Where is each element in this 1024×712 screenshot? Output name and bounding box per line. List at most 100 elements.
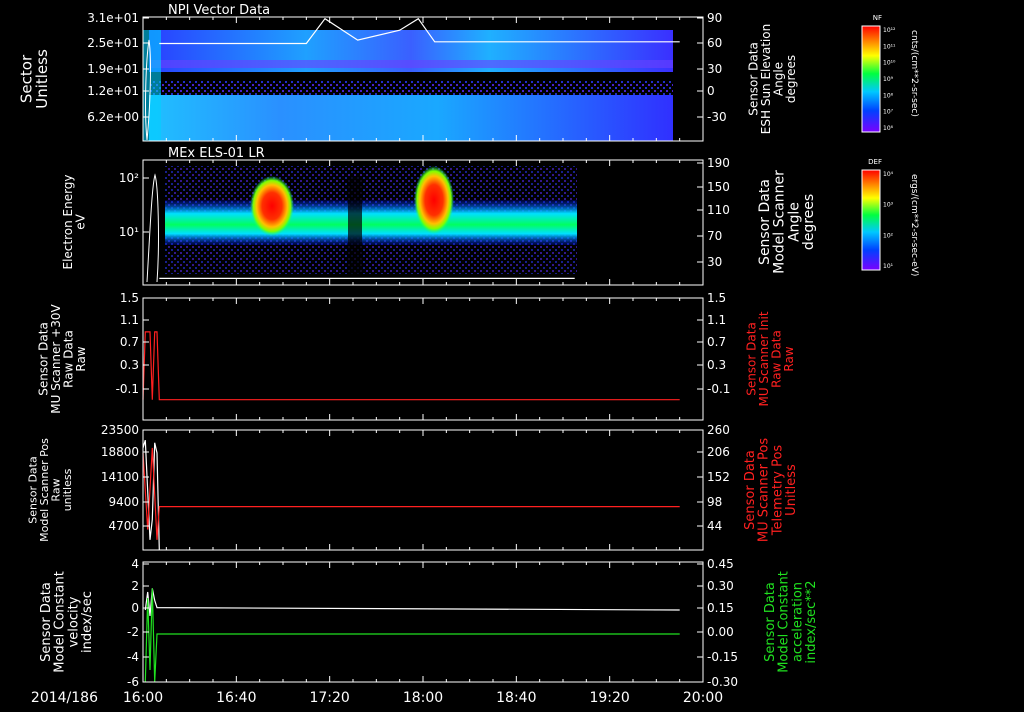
panel-4-right-ytick-label: 98 [707, 495, 722, 509]
time-axis-tick-label: 18:00 [403, 690, 443, 706]
panel-1-left-ytick-label: 1.9e+01 [87, 62, 139, 76]
panel-1-colorbar-tick: 10⁶ [883, 125, 894, 132]
panel-4-right-ytick-label: 206 [707, 445, 730, 459]
panel-2-ylabel-label-line: eV [74, 213, 88, 229]
panel-frame-5 [142, 561, 704, 683]
els-heatmap-dropout [348, 176, 362, 281]
panel-5-left-ytick-label: -4 [127, 650, 139, 664]
panel-frame-3 [142, 297, 704, 421]
panel-3-right-ytick-label: 1.1 [707, 313, 726, 327]
panel-4-right-ytick-label: 152 [707, 470, 730, 484]
panel-3-right-ytick-label: 1.5 [707, 291, 726, 305]
panel-4-right_ylabel-label: Sensor DataMU Scanner PosTelemetry PosUn… [743, 438, 799, 543]
panel-2-colorbar-tick: 10³ [883, 202, 894, 209]
panel-3-right-ytick-label: 0.7 [707, 335, 726, 349]
npi-heatmap-gap [149, 60, 673, 68]
panel-1-ylabel-label: SectorUnitless [17, 49, 51, 109]
panel-3-series-1-line [142, 331, 680, 401]
panel-5-ylabel-label: Sensor DataModel Constantvelocityindex/s… [39, 571, 95, 673]
panel-3-left-ytick-label: 1.1 [120, 313, 139, 327]
panel-5-right-ytick-label: 0.30 [707, 579, 734, 593]
panel-2-right-ytick-label: 190 [707, 156, 730, 170]
panel-1-colorbar-units: cnts/(cm**2-sr-sec) [909, 30, 919, 117]
panel-1-right-ytick-label: -30 [707, 110, 727, 124]
panel-4-right-ytick-label: 44 [707, 519, 722, 533]
panel-frame-4 [142, 429, 704, 551]
els-heatmap-main-band [165, 200, 577, 245]
panel-5-right_ylabel-label-line: index/sec**2 [804, 580, 819, 663]
panel-3-left-ytick-label: 0.7 [120, 335, 139, 349]
panel-2-colorbar [861, 169, 881, 271]
panel-1-right_ylabel-label-line: degrees [784, 55, 798, 103]
panel-5-right-ytick-label: 0.00 [707, 625, 734, 639]
panel-4-series-2-line [142, 447, 680, 540]
npi-heatmap-lower-band [149, 95, 673, 141]
panel-1-right_ylabel-label: Sensor DataESH Sun ElevationAngledegrees [746, 24, 798, 134]
npi-heatmap-speckle [149, 80, 673, 95]
panel-5-right_ylabel-label: Sensor DataModel Constantaccelerationind… [763, 571, 819, 673]
panel-2-right-ytick-label: 70 [707, 229, 722, 243]
panel-1-right-ytick-label: 30 [707, 62, 722, 76]
panel-4-ylabel-label-line: unitless [61, 468, 74, 511]
panel-2-right-ytick-label: 110 [707, 203, 730, 217]
time-axis-tick-label: 16:40 [216, 690, 256, 706]
panel-1-right-ytick-label: 90 [707, 11, 722, 25]
panel-2-right-ytick-label: 150 [707, 180, 730, 194]
els-heatmap-hotspot-2 [414, 166, 454, 234]
panel-2-left-ytick-label: 10² [119, 171, 139, 185]
panel-3-right_ylabel-label-line: Raw [782, 346, 796, 371]
panel-1-colorbar-title: NF [873, 14, 882, 22]
panel-1-colorbar-tick: 10¹² [883, 27, 896, 34]
panel-4-right-ytick-label: 260 [707, 423, 730, 437]
panel-2-right_ylabel-label-line: Sensor Data [757, 179, 773, 265]
panel-1-title: NPI Vector Data [168, 3, 270, 18]
panel-1-ylabel-label-line: Unitless [33, 49, 51, 109]
panel-2-right_ylabel-label: Sensor DataModel ScannerAngledegrees [757, 170, 817, 274]
panel-3-ylabel-label-line: Raw [74, 346, 88, 371]
panel-4-left-ytick-label: 9400 [108, 495, 139, 509]
panel-2-ylabel-label: Electron EnergyeV [61, 174, 88, 269]
panel-5-right-ytick-label: -0.15 [707, 650, 738, 664]
time-axis-tick-label: 17:20 [309, 690, 349, 706]
panel-1-colorbar-tick: 10¹⁰ [883, 60, 896, 67]
panel-2-right-ytick-label: 30 [707, 255, 722, 269]
panel-4-left-ytick-label: 23500 [101, 423, 139, 437]
panel-1-colorbar [861, 25, 881, 133]
panel-1-colorbar-tick: 10⁹ [883, 76, 894, 83]
panel-3-right_ylabel-label: Sensor DataMU Scanner InitRaw DataRaw [744, 311, 796, 406]
panel-4-right_ylabel-label-line: Unitless [784, 464, 799, 516]
panel-3-left-ytick-label: -0.1 [116, 382, 139, 396]
panel-1-left-ytick-label: 3.1e+01 [87, 11, 139, 25]
panel-1-colorbar-units-text: cnts/(cm**2-sr-sec) [909, 30, 919, 117]
els-heatmap-hotspot-1 [250, 176, 294, 236]
time-axis-tick-label: 16:00 [123, 690, 163, 706]
panel-5-ylabel-label-line: index/sec [80, 591, 95, 653]
panel-2-right_ylabel-label-line: degrees [801, 194, 817, 250]
panel-1-left-ytick-label: 6.2e+00 [87, 110, 139, 124]
panel-2-right_ylabel-label-line: Model Scanner [772, 170, 788, 274]
panel-5-right-ytick-label: -0.30 [707, 675, 738, 689]
panel-2-title: MEx ELS-01 LR [168, 146, 265, 161]
panel-1-colorbar-tick: 10¹¹ [883, 43, 896, 50]
panel-5-left-ytick-label: 2 [131, 579, 139, 593]
panel-4-left-ytick-label: 18800 [101, 445, 139, 459]
panel-1-colorbar-tick: 10⁷ [883, 109, 894, 116]
panel-4-ylabel-label: Sensor DataModel Scanner PosRawunitless [27, 438, 75, 542]
panel-5-series-1-line [144, 588, 680, 617]
time-axis-tick-label: 19:20 [589, 690, 629, 706]
panel-3-left-ytick-label: 1.5 [120, 291, 139, 305]
panel-5-left-ytick-label: -2 [127, 625, 139, 639]
time-axis-tick-label: 20:00 [683, 690, 723, 706]
panel-4-left-ytick-label: 14100 [101, 470, 139, 484]
panel-1-left-ytick-label: 1.2e+01 [87, 84, 139, 98]
panel-2-colorbar-tick: 10² [883, 232, 894, 239]
panel-5-right-ytick-label: 0.15 [707, 601, 734, 615]
panel-2-right_ylabel-label-line: Angle [786, 202, 802, 242]
mission-data-viewer: NPI Vector Data Sector Unitless Sensor Data… [0, 0, 1024, 708]
stacked-time-series-plot: NPI Vector Data SectorUnitless Sensor Data… [17, 3, 919, 706]
panel-3-left-ytick-label: 0.3 [120, 358, 139, 372]
panel-5-left-ytick-label: -6 [127, 675, 139, 689]
panel-3-right-ytick-label: -0.1 [707, 382, 730, 396]
panel-2-left-ytick-label: 10¹ [119, 225, 139, 239]
panel-5-left-ytick-label: 4 [131, 557, 139, 571]
